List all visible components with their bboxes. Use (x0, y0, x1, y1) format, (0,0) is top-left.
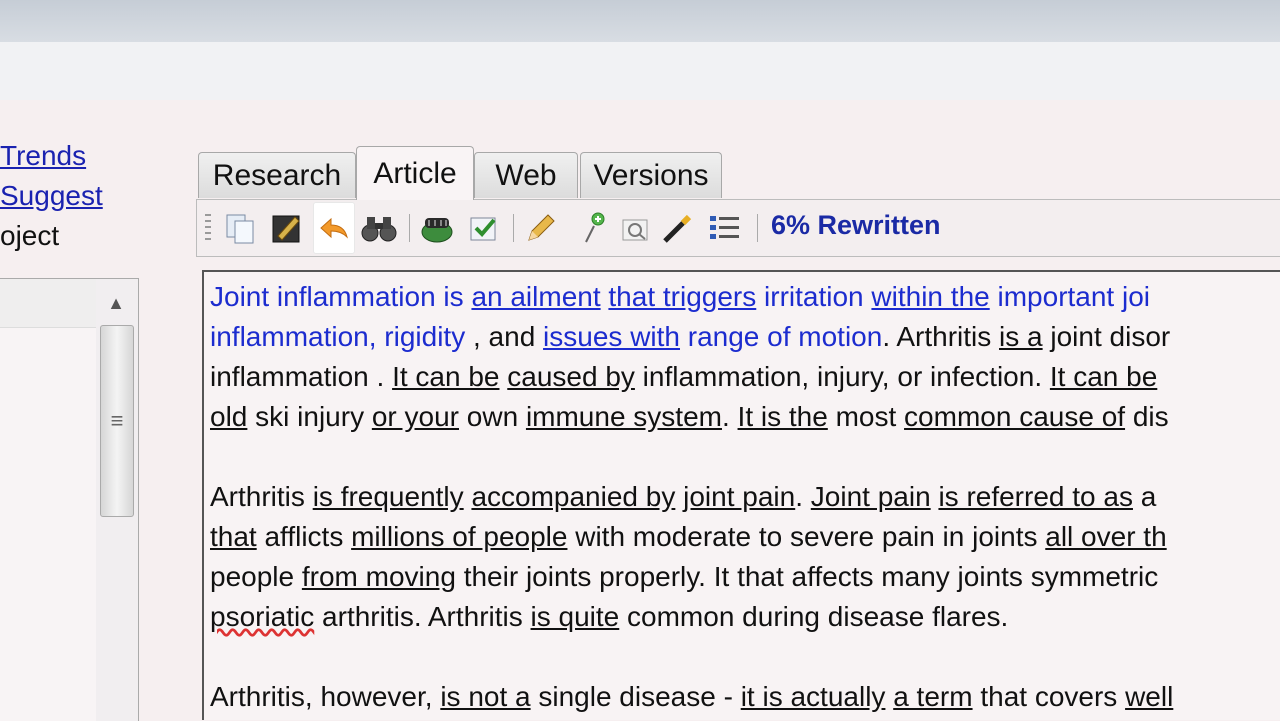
article-text-segment: It can be (1049, 361, 1158, 392)
magic-wand-icon[interactable] (657, 208, 697, 248)
trends-link[interactable]: Trends (0, 140, 86, 172)
article-text-segment: is quite (530, 601, 620, 632)
article-text-segment: their joints properly. It that affects m… (455, 561, 1159, 592)
menu-band (0, 42, 1280, 100)
article-text-segment: with moderate to severe pain in joints (567, 521, 1046, 552)
article-line: Arthritis, however, is not a single dise… (210, 680, 1173, 714)
project-label: oject (0, 220, 60, 251)
article-text-segment: It can be (392, 361, 500, 392)
article-text-segment: an ailment (471, 281, 601, 312)
article-text-segment: is frequently (312, 481, 464, 512)
article-line: Arthritis is frequently accompanied by j… (210, 480, 1156, 514)
article-text-segment: . Arthritis (882, 321, 1000, 352)
article-text-segment: a (1132, 481, 1157, 512)
window-title-bar (0, 0, 1280, 42)
article-text-segment: Arthritis (210, 481, 313, 512)
article-text-segment: . (721, 401, 738, 432)
article-text-segment: range of motion (679, 321, 883, 352)
article-text-segment: that triggers (608, 281, 757, 312)
pencil-icon[interactable] (521, 208, 561, 248)
suggest-link[interactable]: Suggest (0, 180, 103, 212)
article-text-segment: well (1125, 681, 1174, 712)
article-editor[interactable]: Joint inflammation is an ailment that tr… (202, 270, 1280, 720)
undo-arrow-icon[interactable] (313, 202, 355, 254)
tab-web[interactable]: Web (474, 152, 578, 198)
article-text-segment: common during disease flares. (619, 601, 1009, 632)
editor-toolbar: 6% Rewritten (196, 199, 1280, 257)
article-line: people from moving their joints properly… (210, 560, 1158, 594)
article-text-segment: all over th (1045, 521, 1167, 552)
article-text-segment: , and (472, 321, 544, 352)
article-text-segment: afflicts (256, 521, 352, 552)
article-line: Joint inflammation is an ailment that tr… (210, 280, 1150, 314)
toolbar-separator (757, 214, 758, 242)
article-text-segment: from moving (301, 561, 456, 592)
toolbar-separator (513, 214, 514, 242)
article-text-segment: inflammation, injury, or infection. (634, 361, 1050, 392)
toolbar-separator (409, 214, 410, 242)
tab-research[interactable]: Research (198, 152, 356, 198)
article-text-segment: dis (1125, 401, 1169, 432)
article-text-segment: single disease - (530, 681, 741, 712)
article-text-segment: Joint inflammation (210, 281, 436, 312)
article-text-segment: that covers (972, 681, 1126, 712)
article-text-segment: own (459, 401, 526, 432)
article-text-segment: a term (893, 681, 973, 712)
vertical-scrollbar[interactable]: ▲ ≡ (96, 279, 138, 721)
check-icon[interactable] (463, 208, 503, 248)
article-text-segment: joint disor (1042, 321, 1171, 352)
scroll-thumb[interactable]: ≡ (100, 325, 134, 517)
article-text-segment: common cause of (904, 401, 1126, 432)
article-text-segment: accompanied by (471, 481, 676, 512)
article-line: inflammation . It can be caused by infla… (210, 360, 1157, 394)
article-text-segment: that (210, 521, 257, 552)
tab-versions[interactable]: Versions (580, 152, 722, 198)
article-text-segment: arthritis. Arthritis (314, 601, 531, 632)
left-list-panel: ▲ ≡ (0, 278, 139, 721)
article-text-segment: inflammation . (210, 361, 393, 392)
article-text-segment: old (210, 401, 248, 432)
article-line: inflammation, rigidity , and issues with… (210, 320, 1170, 354)
article-text-segment: millions of people (351, 521, 568, 552)
copy-icon[interactable] (221, 208, 261, 248)
article-text-segment: is (435, 281, 472, 312)
article-text-segment: Arthritis, however, (210, 681, 441, 712)
tab-article[interactable]: Article (356, 146, 474, 200)
article-text-segment: inflammation, rigidity (210, 321, 473, 352)
article-text-segment: caused by (507, 361, 635, 392)
article-text-segment: irritation (756, 281, 872, 312)
article-text-segment: . (795, 481, 811, 512)
scroll-up-arrow-icon[interactable]: ▲ (96, 283, 136, 323)
article-line: psoriatic arthritis. Arthritis is quite … (210, 600, 1008, 634)
article-text-segment: is referred to as (938, 481, 1133, 512)
article-text-segment: issues with (543, 321, 680, 352)
toolbar-grip[interactable] (205, 214, 211, 242)
edit-icon[interactable] (267, 208, 307, 248)
binoculars-icon[interactable] (359, 208, 399, 248)
article-text-segment: is not a (440, 681, 531, 712)
article-text-segment: most (827, 401, 905, 432)
list-icon[interactable] (705, 208, 745, 248)
article-text-segment: immune system (525, 401, 722, 432)
article-text-segment: psoriatic (210, 601, 315, 632)
article-text-segment: It is the (737, 401, 828, 432)
article-text-segment: or your (371, 401, 459, 432)
zoom-icon[interactable] (615, 208, 655, 248)
article-text-segment: Joint pain (810, 481, 931, 512)
article-text-segment: it is actually (740, 681, 886, 712)
article-text-segment: joint pain (683, 481, 796, 512)
add-pin-icon[interactable] (575, 208, 615, 248)
list-header (0, 279, 96, 328)
article-text-segment (675, 481, 683, 512)
article-text-segment: within the (871, 281, 990, 312)
article-text-segment: people (210, 561, 302, 592)
article-line: old ski injury or your own immune system… (210, 400, 1169, 434)
article-line: that afflicts millions of people with mo… (210, 520, 1167, 554)
spinner-icon[interactable] (417, 208, 457, 248)
rewritten-status: 6% Rewritten (771, 210, 941, 240)
article-text-segment: is a (999, 321, 1043, 352)
article-text-segment: important joi (989, 281, 1151, 312)
article-text-segment: ski injury (247, 401, 372, 432)
